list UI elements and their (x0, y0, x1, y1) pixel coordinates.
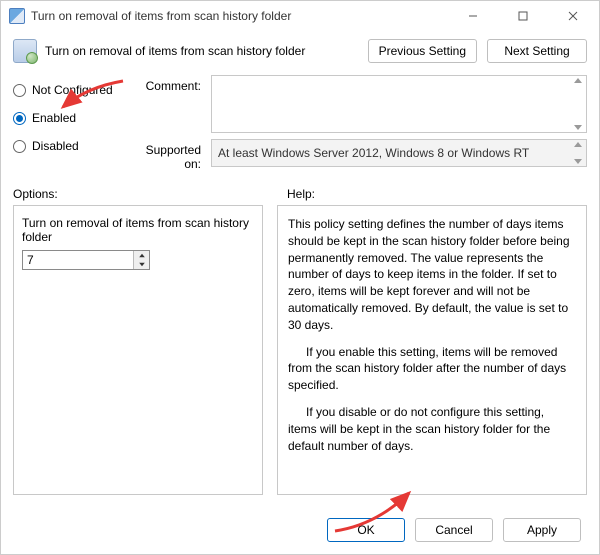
help-paragraph: This policy setting defines the number o… (288, 216, 576, 334)
radio-icon (13, 112, 26, 125)
ok-button[interactable]: OK (327, 518, 405, 542)
chevron-down-icon (139, 263, 145, 267)
app-icon (9, 8, 25, 24)
days-value[interactable]: 7 (23, 251, 133, 269)
comment-label: Comment: (127, 75, 207, 133)
close-button[interactable] (551, 2, 595, 30)
scroll-indicator (572, 78, 584, 130)
window-title: Turn on removal of items from scan histo… (31, 9, 445, 23)
days-spinner[interactable]: 7 (22, 250, 150, 270)
radio-icon (13, 84, 26, 97)
next-setting-button[interactable]: Next Setting (487, 39, 587, 63)
footer: OK Cancel Apply (1, 504, 599, 554)
supported-text: At least Windows Server 2012, Windows 8 … (218, 146, 529, 160)
radio-enabled[interactable]: Enabled (13, 107, 123, 129)
help-label: Help: (287, 187, 315, 201)
apply-button[interactable]: Apply (503, 518, 581, 542)
config-area: Not Configured Enabled Disabled Comment:… (1, 71, 599, 177)
header: Turn on removal of items from scan histo… (1, 31, 599, 71)
radio-label: Disabled (32, 139, 79, 153)
panels: Turn on removal of items from scan histo… (1, 205, 599, 504)
spinner-buttons (133, 251, 149, 269)
radio-not-configured[interactable]: Not Configured (13, 79, 123, 101)
gpo-dialog: Turn on removal of items from scan histo… (0, 0, 600, 555)
option-setting-label: Turn on removal of items from scan histo… (22, 216, 254, 244)
supported-label: Supported on: (127, 139, 207, 171)
chevron-down-icon (574, 125, 582, 130)
help-paragraph: If you disable or do not configure this … (288, 404, 576, 454)
scroll-indicator (572, 142, 584, 164)
previous-setting-button[interactable]: Previous Setting (368, 39, 477, 63)
spinner-up-button[interactable] (134, 251, 149, 260)
policy-icon (13, 39, 37, 63)
cancel-button[interactable]: Cancel (415, 518, 493, 542)
chevron-down-icon (574, 159, 582, 164)
supported-box: At least Windows Server 2012, Windows 8 … (211, 139, 587, 167)
options-label: Options: (13, 187, 263, 201)
state-radios: Not Configured Enabled Disabled (13, 75, 123, 177)
chevron-up-icon (139, 254, 145, 258)
comment-textarea[interactable] (211, 75, 587, 133)
spinner-down-button[interactable] (134, 260, 149, 269)
maximize-button[interactable] (501, 2, 545, 30)
policy-title: Turn on removal of items from scan histo… (45, 44, 360, 58)
radio-disabled[interactable]: Disabled (13, 135, 123, 157)
help-paragraph: If you enable this setting, items will b… (288, 344, 576, 394)
help-panel: This policy setting defines the number o… (277, 205, 587, 495)
nav-buttons: Previous Setting Next Setting (368, 39, 587, 63)
radio-label: Enabled (32, 111, 76, 125)
radio-label: Not Configured (32, 83, 113, 97)
titlebar: Turn on removal of items from scan histo… (1, 1, 599, 31)
chevron-up-icon (574, 142, 582, 147)
radio-icon (13, 140, 26, 153)
panel-labels: Options: Help: (1, 177, 599, 205)
options-panel: Turn on removal of items from scan histo… (13, 205, 263, 495)
minimize-button[interactable] (451, 2, 495, 30)
chevron-up-icon (574, 78, 582, 83)
